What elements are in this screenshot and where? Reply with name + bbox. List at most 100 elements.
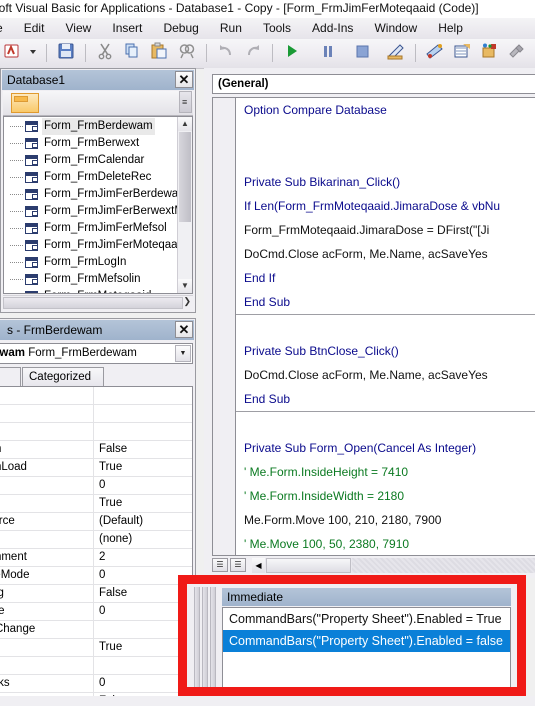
scroll-left-icon[interactable]: ◀	[252, 558, 265, 573]
scroll-up-icon[interactable]: ▲	[178, 117, 192, 131]
resize-handle[interactable]	[210, 587, 216, 692]
toolbox-icon[interactable]	[505, 42, 527, 64]
toggle-folders-icon[interactable]	[179, 91, 192, 113]
scroll-down-icon[interactable]: ▼	[178, 279, 192, 293]
tree-item[interactable]: Form_FrmBerwext	[4, 135, 178, 152]
resize-handle[interactable]	[194, 587, 200, 692]
properties-object-combo[interactable]: dewam Form_FrmBerdewam ▼	[0, 343, 193, 364]
property-row[interactable]: d	[0, 387, 192, 405]
property-value[interactable]: 0	[95, 603, 192, 620]
property-row[interactable]: s	[0, 405, 192, 423]
code-horizontal-scrollbar[interactable]: ◀	[252, 558, 535, 573]
immediate-window-body[interactable]: CommandBars("Property Sheet").Enabled = …	[222, 607, 511, 690]
property-row[interactable]: lingFalse	[0, 585, 192, 603]
properties-panel-close-button[interactable]: ✕	[175, 321, 193, 338]
tab-alphabetic[interactable]: ic	[0, 367, 21, 387]
break-icon[interactable]	[317, 42, 339, 64]
project-tree-vertical-scrollbar[interactable]: ▲ ▼	[177, 117, 192, 293]
property-row[interactable]: izeMode0	[0, 567, 192, 585]
project-explorer-icon[interactable]	[424, 42, 446, 64]
properties-tabs[interactable]: ic Categorized	[0, 367, 193, 387]
property-row[interactable]: ource(Default)	[0, 513, 192, 531]
property-row[interactable]: on0	[0, 477, 192, 495]
menu-item-debug[interactable]: Debug	[154, 18, 207, 38]
property-value[interactable]: (Default)	[95, 513, 192, 530]
properties-window-icon[interactable]	[451, 42, 473, 64]
menu-bar[interactable]: e Edit View Insert Debug Run Tools Add-I…	[0, 18, 535, 40]
scrollbar-thumb[interactable]	[179, 132, 191, 222]
dropdown-arrow-icon[interactable]	[28, 42, 38, 64]
tree-item[interactable]: Form_FrmJimFerMoteqaaid	[4, 237, 178, 254]
object-combo[interactable]: (General)	[212, 74, 535, 94]
property-row[interactable]: ype0	[0, 603, 192, 621]
immediate-line-selected[interactable]: CommandBars("Property Sheet").Enabled = …	[223, 630, 510, 652]
tree-item[interactable]: Form_FrmJimFerBerwextMefso	[4, 203, 178, 220]
immediate-line[interactable]: CommandBars("Property Sheet").Enabled = …	[223, 608, 510, 630]
tree-item[interactable]: Form_FrmCalendar	[4, 152, 178, 169]
chevron-down-icon[interactable]: ▼	[175, 345, 191, 362]
property-value[interactable]: 0	[95, 675, 192, 692]
scrollbar-thumb[interactable]	[3, 297, 183, 309]
menu-item-run[interactable]: Run	[211, 18, 251, 38]
property-row[interactable]	[0, 423, 192, 441]
project-explorer-toolbar[interactable]	[3, 91, 193, 116]
scrollbar-track[interactable]	[352, 558, 535, 573]
property-value[interactable]: True	[95, 459, 192, 476]
paste-icon[interactable]	[148, 42, 170, 64]
object-browser-icon[interactable]	[478, 42, 500, 64]
property-row[interactable]: leChange	[0, 621, 192, 639]
project-explorer-close-button[interactable]: ✕	[175, 71, 193, 88]
tree-item[interactable]: Form_FrmDeleteRec	[4, 169, 178, 186]
redo-icon[interactable]	[242, 42, 264, 64]
scrollbar-thumb[interactable]	[266, 558, 351, 573]
property-row[interactable]: OnFalse	[0, 441, 192, 459]
property-value[interactable]: True	[95, 639, 192, 656]
full-module-view-icon[interactable]: ☰	[230, 558, 246, 572]
property-row[interactable]: OnLoadTrue	[0, 459, 192, 477]
folder-view-icon[interactable]	[11, 93, 39, 113]
property-row[interactable]: True	[0, 639, 192, 657]
properties-grid[interactable]: d s OnFalse OnLoadTrue on0 True ource(De…	[0, 386, 193, 703]
menu-item-add-ins[interactable]: Add-Ins	[303, 18, 362, 38]
cut-icon[interactable]	[94, 42, 116, 64]
tree-item[interactable]: Form_FrmMoteqaaid	[4, 288, 178, 293]
menu-item-insert[interactable]: Insert	[103, 18, 151, 38]
save-icon[interactable]	[55, 42, 77, 64]
resize-handle[interactable]	[202, 587, 208, 692]
property-value[interactable]: True	[95, 495, 192, 512]
menu-item-window[interactable]: Window	[365, 18, 426, 38]
standard-toolbar[interactable]: ?	[0, 39, 535, 69]
code-editor[interactable]: Option Compare Database Private Sub Bika…	[212, 97, 535, 556]
tree-item[interactable]: Form_FrmBerdewam	[4, 118, 178, 135]
menu-item-view[interactable]: View	[57, 18, 101, 38]
find-icon[interactable]	[176, 42, 198, 64]
property-row[interactable]	[0, 657, 192, 675]
run-icon[interactable]	[281, 42, 303, 64]
tree-item[interactable]: Form_FrmJimFerBerdewam	[4, 186, 178, 203]
property-value[interactable]: False	[95, 585, 192, 602]
property-row[interactable]: (none)	[0, 531, 192, 549]
tree-item[interactable]: Form_FrmLogIn	[4, 254, 178, 271]
menu-item-help[interactable]: Help	[429, 18, 472, 38]
immediate-window-resize-handles[interactable]	[194, 583, 220, 696]
design-mode-icon[interactable]	[385, 42, 407, 64]
property-row[interactable]: True	[0, 495, 192, 513]
property-value[interactable]	[95, 621, 192, 638]
scroll-right-icon[interactable]: ❯	[183, 296, 191, 307]
menu-item-tools[interactable]: Tools	[254, 18, 300, 38]
project-tree-horizontal-scrollbar[interactable]: ❯	[3, 295, 193, 311]
view-access-icon[interactable]	[1, 42, 23, 64]
reset-icon[interactable]	[351, 42, 373, 64]
property-row[interactable]: ignment2	[0, 549, 192, 567]
property-value[interactable]	[95, 387, 192, 404]
tree-item[interactable]: Form_FrmMefsolin	[4, 271, 178, 288]
undo-icon[interactable]	[215, 42, 237, 64]
property-value[interactable]: 0	[95, 567, 192, 584]
property-value[interactable]: (none)	[95, 531, 192, 548]
property-value[interactable]: 0	[95, 477, 192, 494]
property-value[interactable]: False	[95, 441, 192, 458]
code-text[interactable]: Option Compare Database Private Sub Bika…	[236, 98, 535, 555]
menu-item-file[interactable]: e	[0, 18, 12, 38]
property-value[interactable]	[95, 405, 192, 422]
project-tree[interactable]: Form_FrmBerdewam Form_FrmBerwext Form_Fr…	[3, 116, 193, 294]
